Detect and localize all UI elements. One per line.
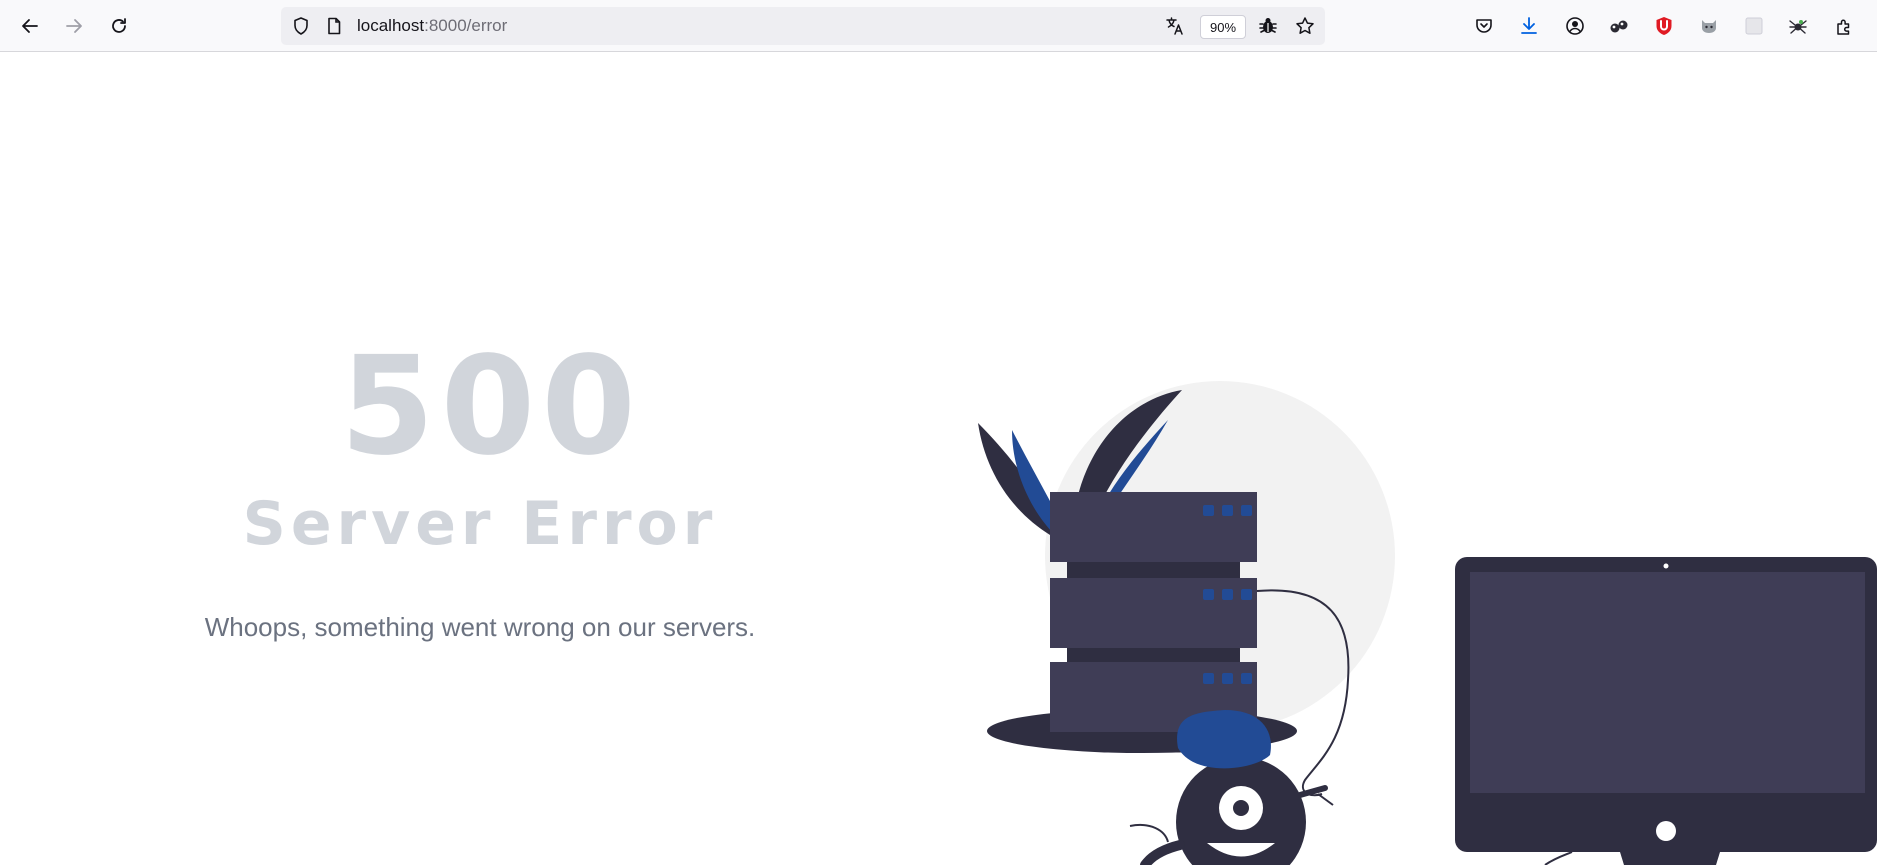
- monitor-button: [1656, 821, 1676, 841]
- server-rack: [1050, 492, 1257, 732]
- server-error-illustration: [978, 381, 1877, 865]
- monitor-camera: [1663, 563, 1669, 569]
- server-unit-2: [1050, 578, 1257, 648]
- computer-monitor: [1455, 557, 1877, 865]
- server-unit-1: [1050, 492, 1257, 562]
- monitor-screen: [1470, 572, 1865, 793]
